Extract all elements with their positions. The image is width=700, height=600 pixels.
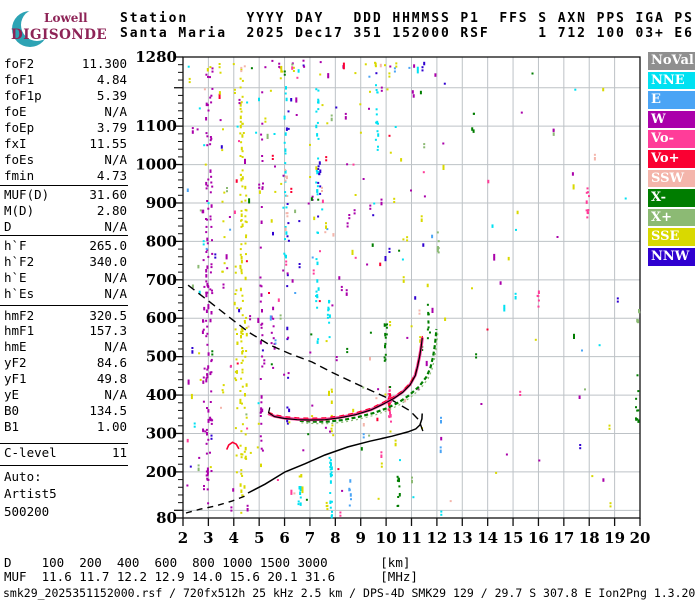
svg-text:2: 2 — [178, 529, 188, 547]
svg-text:20: 20 — [630, 529, 651, 547]
svg-text:1000: 1000 — [135, 156, 177, 174]
plot-axes — [174, 56, 641, 526]
ionogram-app: { "logo": {"line1": "Lowell", "line2": "… — [0, 0, 700, 600]
svg-text:80: 80 — [156, 509, 177, 527]
svg-text:4: 4 — [229, 529, 239, 547]
svg-text:8: 8 — [330, 529, 340, 547]
svg-text:18: 18 — [579, 529, 600, 547]
legend-item-nne: NNE — [648, 71, 695, 90]
plot-grid — [183, 57, 640, 518]
svg-text:13: 13 — [452, 529, 473, 547]
svg-text:6: 6 — [279, 529, 289, 547]
svg-text:800: 800 — [146, 232, 177, 250]
legend-item-x: X- — [648, 189, 695, 207]
noise-echo-dots — [186, 59, 641, 519]
es-artifact — [225, 441, 240, 450]
svg-text:1280: 1280 — [135, 48, 177, 66]
svg-text:19: 19 — [604, 529, 625, 547]
svg-text:9: 9 — [356, 529, 366, 547]
legend-item-sse: SSE — [648, 228, 695, 246]
svg-text:500: 500 — [146, 348, 177, 366]
svg-text:7: 7 — [305, 529, 315, 547]
svg-text:3: 3 — [203, 529, 213, 547]
svg-text:10: 10 — [376, 529, 397, 547]
muf-frequency-row: MUF 11.6 11.7 12.2 12.9 14.0 15.6 20.1 3… — [4, 569, 418, 584]
scaled-traces — [185, 284, 439, 514]
o-mode-trace-red — [267, 335, 423, 419]
svg-text:16: 16 — [528, 529, 549, 547]
svg-text:200: 200 — [146, 463, 177, 481]
legend-item-noval: NoVal — [648, 52, 695, 70]
svg-text:600: 600 — [146, 309, 177, 327]
svg-text:5: 5 — [254, 529, 264, 547]
svg-text:900: 900 — [146, 194, 177, 212]
plot-legend: NoVal NNE E W Vo- Vo+ SSW X- X+ SSE NNW — [648, 52, 696, 268]
status-bar: smk29_2025351152000.rsf / 720fx512h 25 k… — [3, 586, 696, 600]
svg-text:12: 12 — [426, 529, 447, 547]
legend-item-vo: Vo- — [648, 130, 695, 148]
svg-text:11: 11 — [401, 529, 422, 547]
svg-text:700: 700 — [146, 271, 177, 289]
legend-item-vo: Vo+ — [648, 149, 695, 168]
legend-item-x: X+ — [648, 208, 695, 227]
svg-text:14: 14 — [477, 529, 498, 547]
svg-text:17: 17 — [553, 529, 574, 547]
muf-distance-row: D 100 200 400 600 800 1000 1500 3000 [km… — [4, 555, 411, 570]
svg-text:400: 400 — [146, 386, 177, 404]
ionogram-plot: 2 3 4 5 6 7 8 9 10 11 12 13 14 15 16 17 18 19 20 1280 1100 10… — [135, 48, 651, 547]
svg-text:1100: 1100 — [135, 117, 177, 135]
legend-item-nnw: NNW — [648, 247, 695, 266]
legend-item-e: E — [648, 91, 695, 109]
svg-text:15: 15 — [503, 529, 524, 547]
legend-item-w: W — [648, 110, 695, 129]
legend-item-ssw: SSW — [648, 169, 695, 188]
svg-text:300: 300 — [146, 424, 177, 442]
